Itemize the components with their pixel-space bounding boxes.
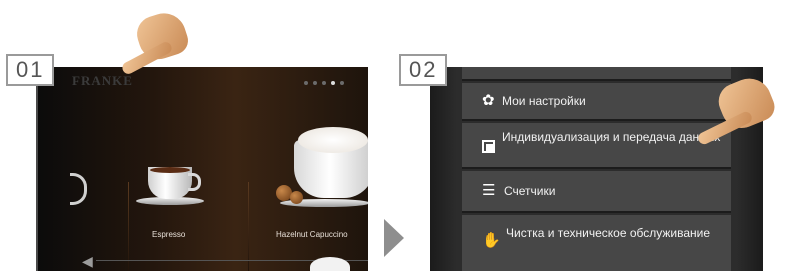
chevron-left-icon[interactable]: ◀ — [82, 253, 93, 270]
menu-item-cleaning-maintenance[interactable]: ✋ Чистка и техническое обслуживание — [462, 215, 731, 271]
screen-frame-left — [36, 67, 38, 271]
page-dot — [304, 81, 308, 85]
gear-icon: ✿ — [482, 92, 495, 109]
pointing-hand-icon — [118, 7, 198, 90]
step-label-01: 01 — [6, 54, 55, 86]
menu-item-label: Индивидуализация и передача данных — [502, 130, 721, 144]
divider — [128, 182, 129, 271]
list-icon: ☰ — [482, 182, 496, 199]
hazelnut-icon — [290, 191, 303, 204]
coffee-cup-image[interactable] — [310, 257, 350, 271]
product-selection-screen: FRANKE Espresso Hazelnut Capuccino ◀ — [36, 67, 368, 271]
divider — [248, 182, 249, 271]
pointing-hand-icon — [696, 71, 786, 156]
next-step-arrow-icon — [384, 219, 404, 257]
product-label: Hazelnut Capuccino — [276, 230, 348, 239]
menu-item-label: Счетчики — [504, 184, 556, 198]
menu-item-label: Чистка и техническое обслуживание — [506, 226, 711, 240]
espresso-cup-image — [148, 167, 201, 199]
copy-transfer-icon — [482, 140, 496, 158]
menu-top-edge — [462, 67, 731, 81]
page-indicator — [304, 81, 344, 85]
cleaning-icon: ✋ — [482, 232, 501, 249]
page-dot — [322, 81, 326, 85]
page-dot — [313, 81, 317, 85]
menu-item-label: Мои настройки — [502, 94, 586, 108]
menu-item-my-settings[interactable]: ✿ Мои настройки — [462, 83, 731, 121]
coffee-cup-icon[interactable] — [70, 173, 87, 205]
page-dot-active — [331, 81, 335, 85]
menu-item-counters[interactable]: ☰ Счетчики — [462, 171, 731, 213]
product-label: Espresso — [152, 230, 186, 239]
menu-item-personalization-transfer[interactable]: Индивидуализация и передача данных — [462, 123, 731, 169]
step-label-02: 02 — [399, 54, 448, 86]
milk-foam-image — [298, 127, 368, 153]
page-dot — [340, 81, 344, 85]
